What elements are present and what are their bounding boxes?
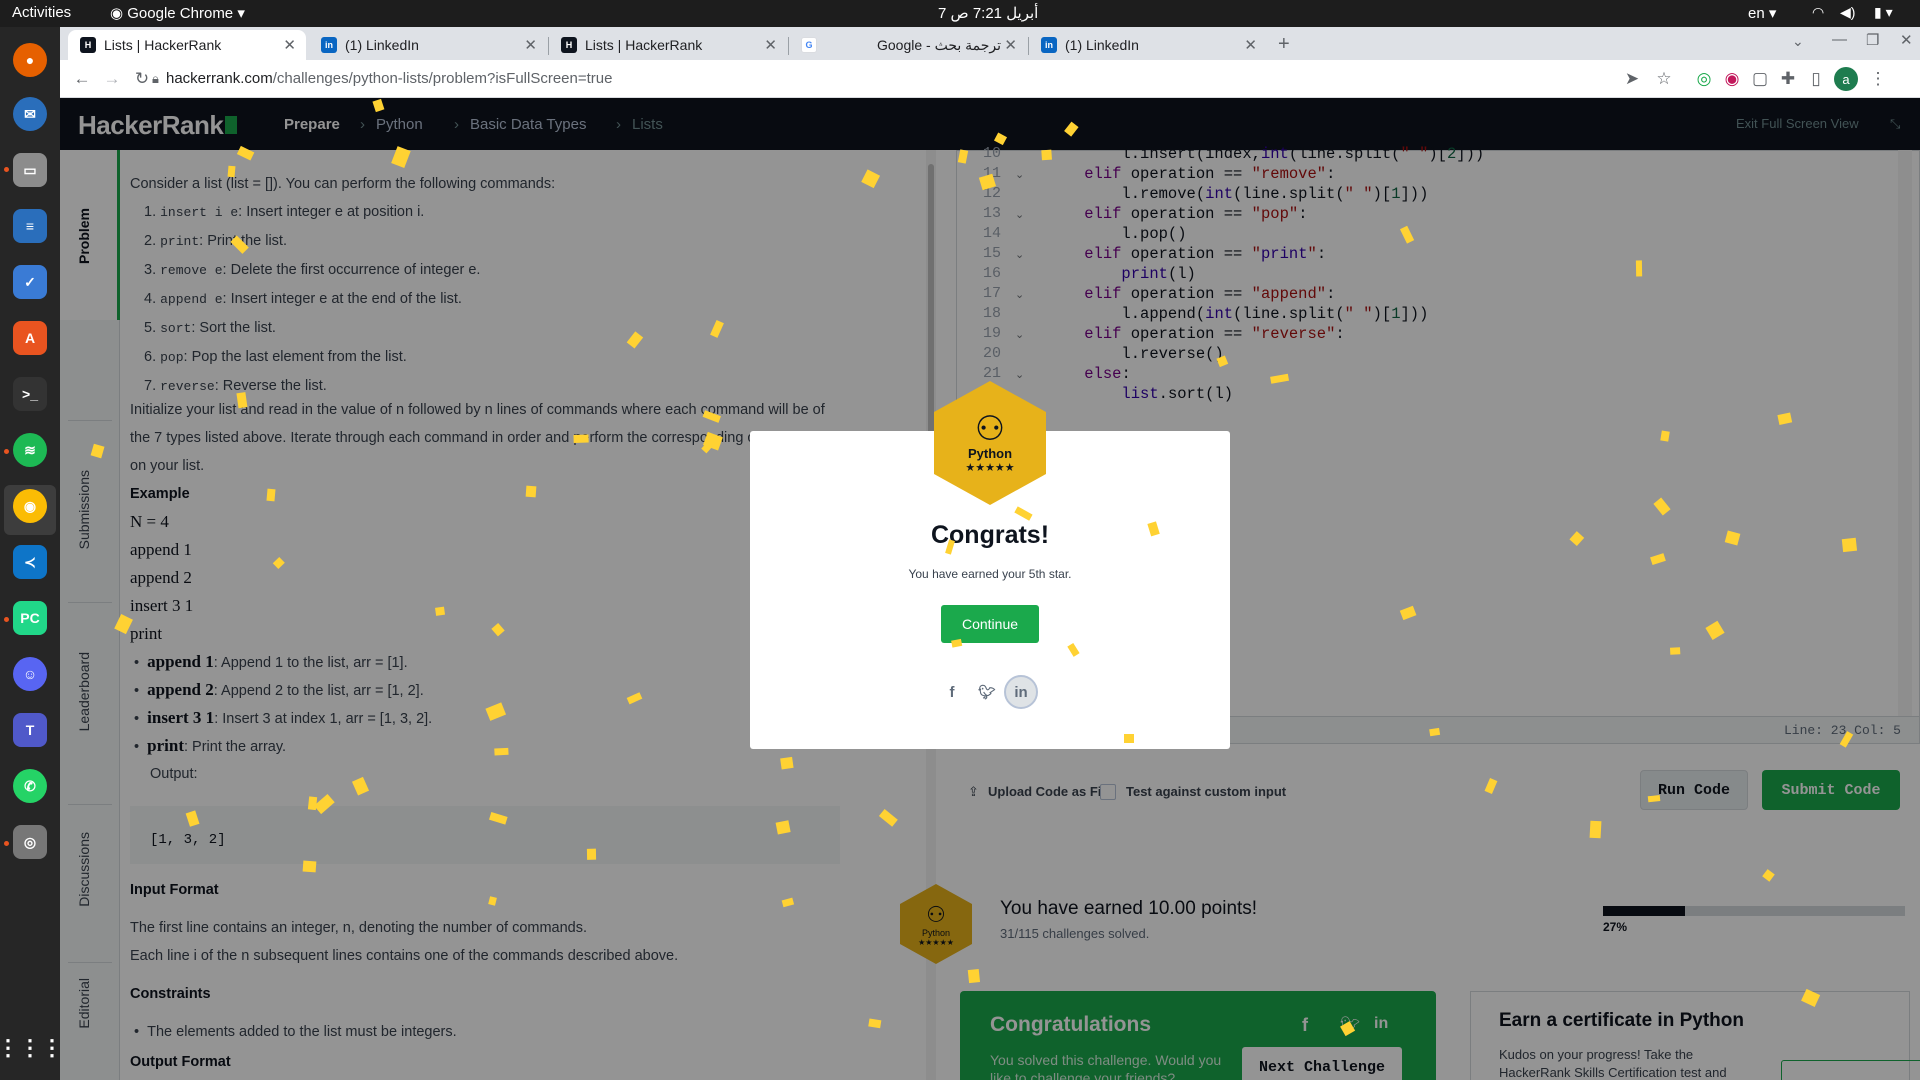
modal-title: Congrats! (930, 521, 1050, 549)
address-bar[interactable]: hackerrank.com/challenges/python-lists/p… (166, 70, 612, 87)
confetti-piece (227, 165, 236, 177)
minimize-button[interactable]: — (1832, 31, 1847, 48)
close-icon[interactable]: ✕ (1244, 36, 1257, 54)
python-logo-icon: ⚇ (974, 410, 1006, 448)
linkedin-icon: in (1041, 37, 1057, 53)
volume-icon[interactable]: ◀) (1840, 4, 1855, 21)
close-icon[interactable]: ✕ (764, 36, 777, 54)
clock[interactable]: 7 أبريل 7:21 ص (938, 4, 1038, 22)
chrome-icon: ◉ (110, 5, 124, 22)
confetti-piece (775, 819, 791, 835)
software-icon[interactable]: A (13, 321, 47, 355)
whatsapp-icon[interactable]: ✆ (13, 769, 47, 803)
dock: ● ✉ ▭ ≡ ✓ A >_ ≋ ◉ ≺ PC ☺ T ✆ ◎ ⋮⋮⋮ (0, 27, 63, 1080)
restore-button[interactable]: ❐ (1866, 31, 1879, 49)
confetti-piece (525, 485, 537, 498)
system-top-bar: Activities ◉ Google Chrome ▾ 7 أبريل 7:2… (0, 0, 1920, 27)
disk-icon[interactable]: ◎ (13, 825, 47, 859)
facebook-icon[interactable]: f (935, 675, 969, 709)
congrats-modal: ⚇ Python ★★★★★ Congrats! You have earned… (750, 381, 1230, 749)
tab-search-icon[interactable]: ⌄ (1792, 33, 1804, 50)
menu-kebab-icon[interactable]: ⋮ (1866, 67, 1890, 91)
teams-icon[interactable]: T (13, 713, 47, 747)
tab-hackerrank-lists-2[interactable]: H Lists | HackerRank ✕ (549, 30, 787, 60)
wifi-icon[interactable]: ◠ (1812, 4, 1824, 21)
spotify-icon[interactable]: ≋ (13, 433, 47, 467)
firefox-icon[interactable]: ● (13, 43, 47, 77)
modal-message: You have earned your 5th star. (908, 567, 1072, 581)
back-button[interactable]: ← (70, 67, 94, 91)
forward-button[interactable]: → (100, 67, 124, 91)
linkedin-icon: in (321, 37, 337, 53)
tab-linkedin-2[interactable]: in (1) LinkedIn ✕ (1029, 30, 1267, 60)
running-indicator (4, 841, 9, 846)
confetti-piece (1842, 537, 1858, 553)
reload-button[interactable]: ↻ (130, 67, 154, 91)
running-indicator (4, 617, 9, 622)
running-indicator (4, 167, 9, 172)
chrome-icon[interactable]: ◉ (13, 489, 47, 523)
browser-toolbar: ← → ↻ 🔒︎ hackerrank.com/challenges/pytho… (60, 60, 1920, 98)
send-icon[interactable]: ➤ (1620, 67, 1644, 91)
discord-icon[interactable]: ☺ (13, 657, 47, 691)
confetti-piece (967, 969, 980, 984)
extension-icon[interactable]: ◎ (1692, 67, 1716, 91)
confetti-piece (266, 488, 275, 501)
extension-icon[interactable]: ▢ (1748, 67, 1772, 91)
hackerrank-icon: H (561, 37, 577, 53)
confetti-piece (1669, 646, 1680, 655)
new-tab-button[interactable]: + (1278, 33, 1290, 56)
twitter-icon[interactable]: 🐦︎ (970, 675, 1004, 709)
confetti-piece (236, 392, 248, 409)
battery-icon[interactable]: ▮ ▾ (1874, 4, 1893, 21)
files-icon[interactable]: ▭ (13, 153, 47, 187)
confetti-piece (1636, 260, 1643, 277)
confetti-piece (779, 757, 794, 770)
confetti-piece (572, 434, 589, 444)
extensions-puzzle-icon[interactable]: ✚ (1776, 67, 1800, 91)
pycharm-icon[interactable]: PC (13, 601, 47, 635)
linkedin-icon[interactable]: in (1004, 675, 1038, 709)
close-icon[interactable]: ✕ (283, 36, 296, 54)
tab-strip: H Lists | HackerRank ✕ in (1) LinkedIn ✕… (60, 27, 1920, 60)
confetti-piece (495, 747, 510, 756)
side-panel-icon[interactable]: ▯ (1804, 67, 1828, 91)
hackerrank-icon: H (80, 37, 96, 53)
confetti-piece (1647, 795, 1661, 803)
confetti-piece (1123, 734, 1134, 744)
tab-hackerrank-lists[interactable]: H Lists | HackerRank ✕ (68, 30, 306, 60)
confetti-piece (1041, 150, 1052, 161)
tab-google-translate[interactable]: G Google - ترجمة بحث ✕ (789, 30, 1027, 60)
terminal-icon[interactable]: >_ (13, 377, 47, 411)
close-icon[interactable]: ✕ (524, 36, 537, 54)
lock-icon[interactable]: 🔒︎ (152, 71, 159, 87)
close-window-button[interactable]: ✕ (1900, 31, 1913, 49)
activities-button[interactable]: Activities (12, 4, 71, 21)
running-indicator (4, 449, 9, 454)
confetti-piece (302, 861, 317, 873)
confetti-piece (1589, 820, 1602, 839)
google-icon: G (801, 37, 817, 53)
confetti-piece (435, 606, 446, 616)
confetti-piece (1428, 727, 1440, 737)
app-menu[interactable]: ◉ Google Chrome ▾ (110, 4, 245, 22)
writer-icon[interactable]: ≡ (13, 209, 47, 243)
show-apps-icon[interactable]: ⋮⋮⋮ (0, 1031, 63, 1065)
extension-icon[interactable]: ◉ (1720, 67, 1744, 91)
tab-linkedin[interactable]: in (1) LinkedIn ✕ (309, 30, 547, 60)
close-icon[interactable]: ✕ (1004, 36, 1017, 54)
input-language[interactable]: en ▾ (1748, 4, 1776, 22)
confetti-piece (587, 848, 597, 861)
vscode-icon[interactable]: ≺ (13, 545, 47, 579)
tasks-icon[interactable]: ✓ (13, 265, 47, 299)
bookmark-star-icon[interactable]: ☆ (1652, 67, 1676, 91)
profile-avatar[interactable]: a (1834, 67, 1858, 91)
thunderbird-icon[interactable]: ✉ (13, 97, 47, 131)
continue-button[interactable]: Continue (941, 605, 1039, 643)
